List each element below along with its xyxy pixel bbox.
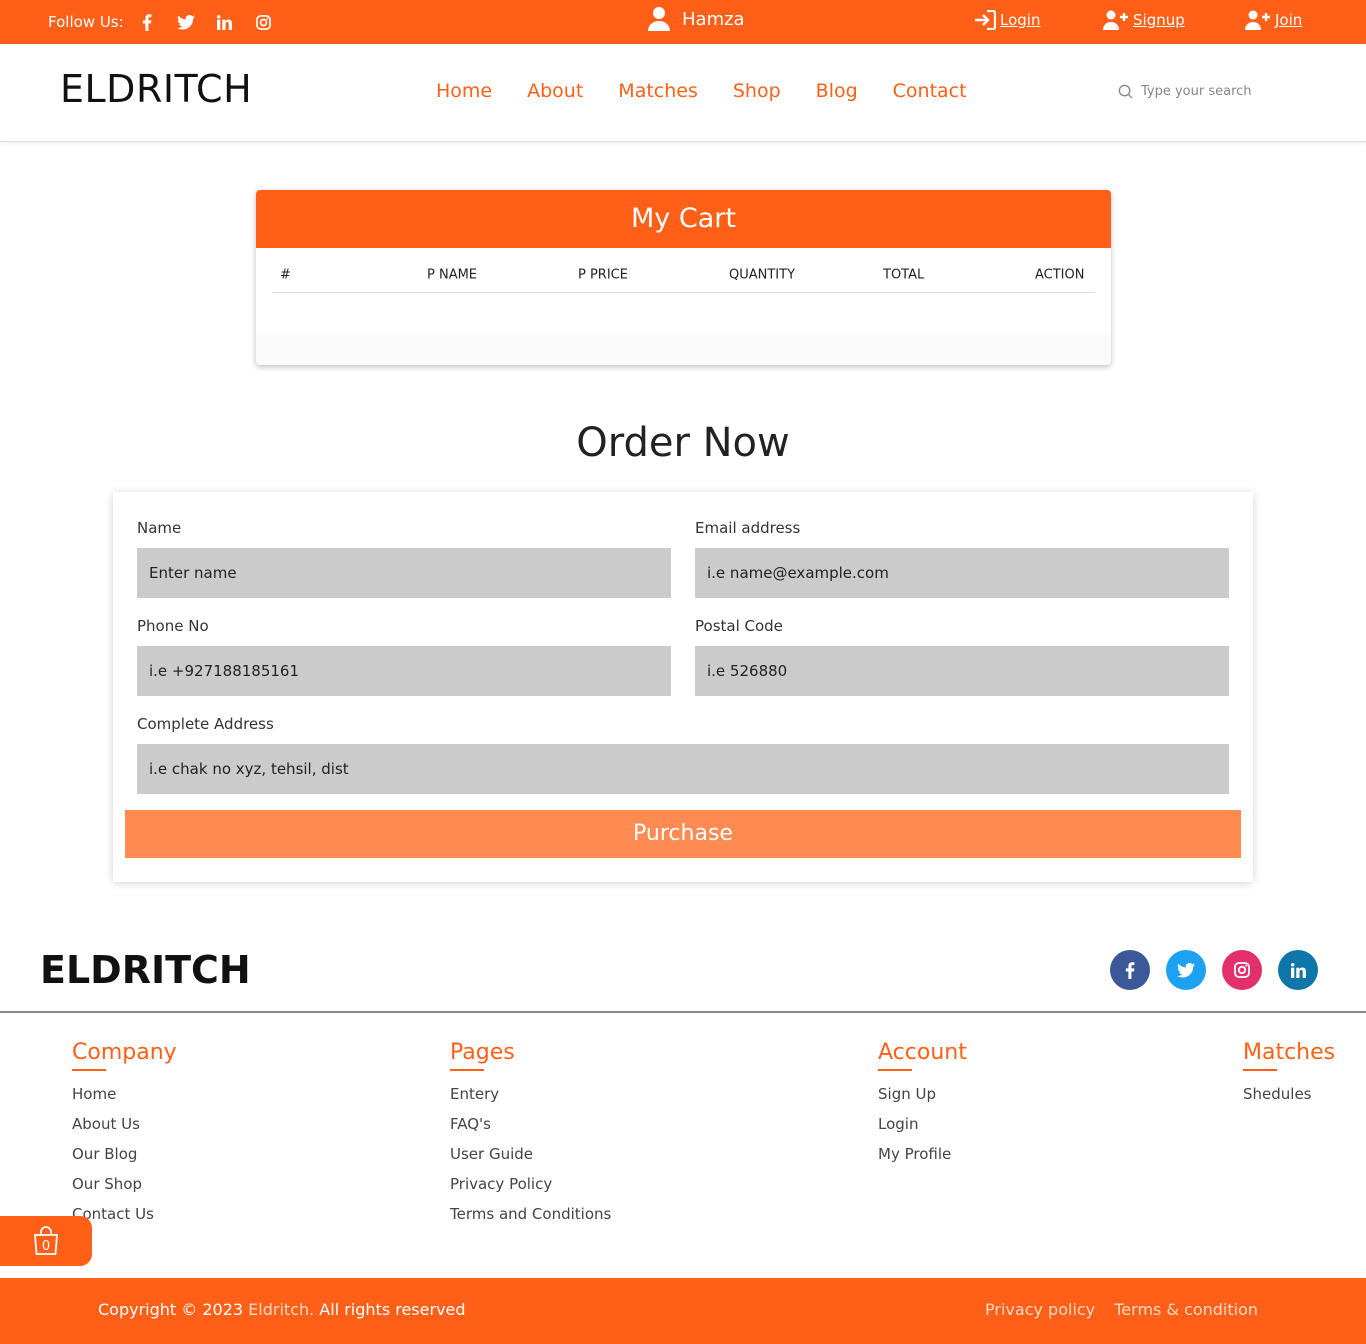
col-number: #: [280, 267, 291, 283]
user-name: Hamza: [682, 8, 745, 30]
cart-table-body: [256, 335, 1111, 365]
footer-col-title: Company: [72, 1040, 177, 1065]
copyright: Copyright © 2023 Eldritch. All rights re…: [98, 1300, 466, 1319]
footer-link[interactable]: Entery: [450, 1079, 611, 1109]
user-icon: [648, 7, 670, 31]
copyright-brand[interactable]: Eldritch.: [248, 1300, 314, 1319]
nav-blog[interactable]: Blog: [816, 80, 858, 102]
nav-contact[interactable]: Contact: [893, 80, 967, 102]
footer-col-account: Account Sign Up Login My Profile: [878, 1040, 967, 1169]
join-label: Join: [1275, 11, 1303, 29]
nav-home[interactable]: Home: [436, 80, 492, 102]
footer-link[interactable]: Privacy Policy: [450, 1169, 611, 1199]
cart-panel: My Cart # P NAME P PRICE QUANTITY TOTAL …: [256, 190, 1111, 365]
name-input[interactable]: Enter name: [137, 548, 671, 598]
col-action: ACTION: [1035, 267, 1085, 283]
email-input[interactable]: i.e name@example.com: [695, 548, 1229, 598]
instagram-icon[interactable]: [251, 12, 277, 32]
address-label: Complete Address: [137, 715, 274, 733]
cart-count: 0: [42, 1239, 50, 1254]
cart-table-header: # P NAME P PRICE QUANTITY TOTAL ACTION: [272, 248, 1095, 293]
col-quantity: QUANTITY: [729, 267, 796, 283]
footer-col-title: Account: [878, 1040, 967, 1065]
col-total: TOTAL: [883, 267, 925, 283]
footer-link[interactable]: Our Blog: [72, 1139, 177, 1169]
nav-shop[interactable]: Shop: [733, 80, 781, 102]
phone-label: Phone No: [137, 617, 209, 635]
footer-link[interactable]: Sign Up: [878, 1079, 967, 1109]
user-plus-icon: [1103, 10, 1128, 30]
col-product-name: P NAME: [427, 267, 478, 283]
copyright-suffix: All rights reserved: [319, 1300, 466, 1319]
footer-col-matches: Matches Shedules: [1243, 1040, 1335, 1109]
search-icon: [1118, 84, 1133, 99]
footer-divider: [0, 1011, 1366, 1013]
footer-link[interactable]: Login: [878, 1109, 967, 1139]
linkedin-icon[interactable]: [1278, 950, 1318, 990]
footer-link[interactable]: FAQ's: [450, 1109, 611, 1139]
footer-col-title: Matches: [1243, 1040, 1336, 1065]
site-logo[interactable]: ELDRITCH: [60, 67, 252, 111]
order-title: Order Now: [576, 420, 790, 466]
footer-col-title: Pages: [450, 1040, 515, 1065]
user-plus-icon: [1245, 10, 1270, 30]
login-label: Login: [1000, 11, 1041, 29]
order-form: Name Enter name Email address i.e name@e…: [113, 492, 1253, 882]
bottom-bar: Copyright © 2023 Eldritch. All rights re…: [0, 1278, 1366, 1344]
title-underline: [878, 1069, 912, 1071]
top-bar: Follow Us: Hamza Login Signup Join: [0, 0, 1366, 44]
footer-link[interactable]: Terms and Conditions: [450, 1199, 611, 1229]
footer-col-company: Company Home About Us Our Blog Our Shop …: [72, 1040, 177, 1229]
address-input[interactable]: i.e chak no xyz, tehsil, dist: [137, 744, 1229, 794]
name-label: Name: [137, 519, 182, 537]
facebook-icon[interactable]: [1110, 950, 1150, 990]
shopping-bag-icon: 0: [34, 1226, 58, 1255]
floating-cart-button[interactable]: 0: [0, 1216, 92, 1266]
signup-link[interactable]: Signup: [1103, 10, 1185, 30]
title-underline: [1243, 1069, 1277, 1071]
signup-label: Signup: [1133, 11, 1185, 29]
footer-link[interactable]: Shedules: [1243, 1079, 1335, 1109]
footer-col-pages: Pages Entery FAQ's User Guide Privacy Po…: [450, 1040, 611, 1229]
privacy-link[interactable]: Privacy policy: [985, 1300, 1095, 1319]
nav-matches[interactable]: Matches: [618, 80, 698, 102]
footer-logo[interactable]: ELDRITCH: [40, 948, 251, 992]
purchase-button[interactable]: Purchase: [125, 810, 1241, 858]
login-link[interactable]: Login: [974, 10, 1040, 30]
sign-in-icon: [975, 10, 996, 30]
facebook-icon[interactable]: [134, 12, 160, 32]
twitter-icon[interactable]: [1166, 950, 1206, 990]
copyright-prefix: Copyright © 2023: [98, 1300, 244, 1319]
footer-link[interactable]: Our Shop: [72, 1169, 177, 1199]
main-header: ELDRITCH Home About Matches Shop Blog Co…: [0, 44, 1366, 142]
footer-link[interactable]: About Us: [72, 1109, 177, 1139]
cart-title: My Cart: [256, 190, 1111, 248]
footer-link[interactable]: User Guide: [450, 1139, 611, 1169]
footer-link[interactable]: My Profile: [878, 1139, 967, 1169]
title-underline: [72, 1069, 106, 1071]
postal-input[interactable]: i.e 526880: [695, 646, 1229, 696]
postal-label: Postal Code: [695, 617, 783, 635]
instagram-icon[interactable]: [1222, 950, 1262, 990]
footer-link[interactable]: Home: [72, 1079, 177, 1109]
title-underline: [450, 1069, 484, 1071]
legal-links: Privacy policy Terms & condition: [971, 1300, 1258, 1319]
twitter-icon[interactable]: [173, 12, 199, 32]
nav-about[interactable]: About: [527, 80, 583, 102]
follow-us: Follow Us:: [48, 12, 290, 32]
follow-label: Follow Us:: [48, 13, 124, 31]
terms-link[interactable]: Terms & condition: [1114, 1300, 1258, 1319]
join-link[interactable]: Join: [1245, 10, 1302, 30]
phone-input[interactable]: i.e +927188185161: [137, 646, 671, 696]
search-input[interactable]: Type your search: [1141, 84, 1252, 99]
search-box[interactable]: Type your search: [1118, 84, 1252, 99]
linkedin-icon[interactable]: [212, 12, 238, 32]
col-product-price: P PRICE: [578, 267, 628, 283]
main-nav: Home About Matches Shop Blog Contact: [436, 80, 1002, 102]
email-label: Email address: [695, 519, 801, 537]
user-menu[interactable]: Hamza: [648, 6, 745, 32]
